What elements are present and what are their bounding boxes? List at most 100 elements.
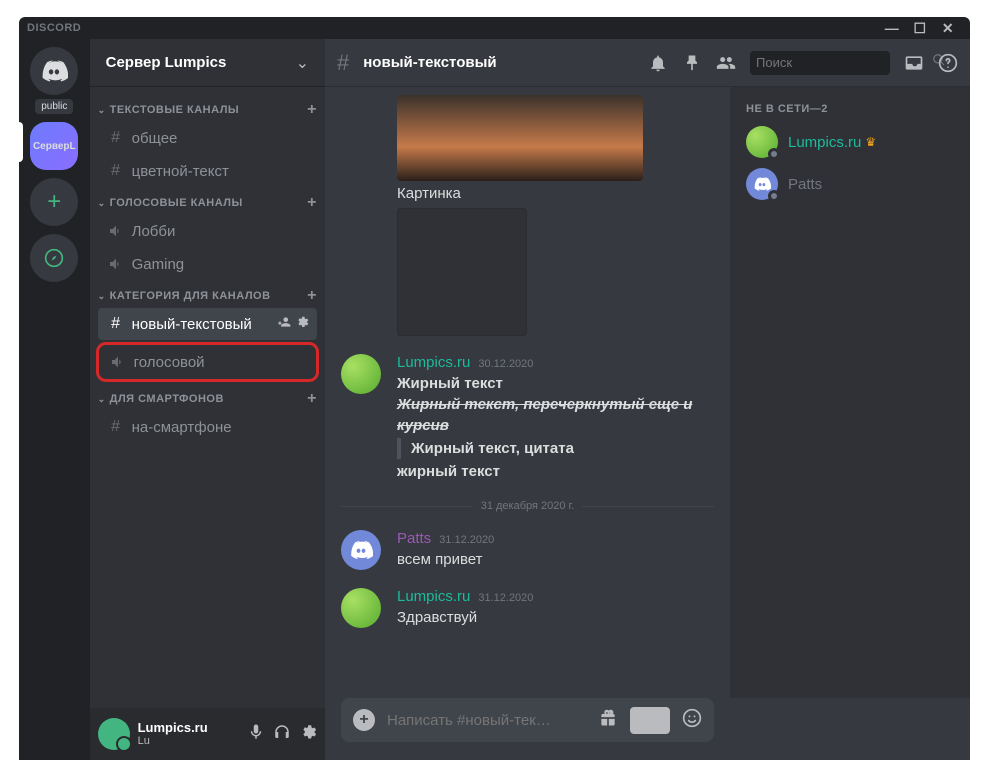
- message-text: всем привет: [397, 549, 714, 570]
- message-text: Жирный текст: [397, 373, 714, 394]
- mute-mic-button[interactable]: [247, 723, 265, 746]
- status-offline-icon: [768, 190, 780, 202]
- channel-text-active[interactable]: # новый-текстовый: [98, 308, 317, 340]
- members-toggle-icon[interactable]: [716, 53, 736, 73]
- member-category: НЕ В СЕТИ—2: [738, 103, 962, 121]
- add-channel-icon[interactable]: +: [307, 101, 317, 119]
- message-author[interactable]: Lumpics.ru: [397, 588, 470, 605]
- pinned-icon[interactable]: [682, 53, 702, 73]
- window-maximize-button[interactable]: ☐: [906, 17, 934, 39]
- discord-logo-icon: [349, 538, 373, 562]
- public-badge: public: [35, 99, 73, 114]
- user-settings-button[interactable]: [299, 723, 317, 746]
- chevron-down-icon: ⌄: [296, 53, 309, 73]
- channel-voice[interactable]: Gaming: [98, 248, 317, 280]
- message: Lumpics.ru 31.12.2020 Здравствуй: [341, 588, 714, 628]
- message-text: Жирный текст, цитата: [397, 438, 714, 459]
- channel-voice-highlighted[interactable]: голосовой: [100, 346, 315, 378]
- add-channel-icon[interactable]: +: [307, 287, 317, 305]
- message: Patts 31.12.2020 всем привет: [341, 530, 714, 570]
- member-row[interactable]: Lumpics.ru ♛: [738, 121, 962, 163]
- deafen-button[interactable]: [273, 723, 291, 746]
- emoji-icon[interactable]: [682, 708, 702, 733]
- hash-icon: #: [106, 162, 126, 180]
- home-button[interactable]: [30, 47, 78, 95]
- add-server-button[interactable]: +: [30, 178, 78, 226]
- invite-icon[interactable]: [277, 315, 291, 334]
- self-username: Lumpics.ru: [138, 720, 247, 736]
- avatar: [746, 126, 778, 158]
- hash-icon: #: [106, 315, 126, 333]
- avatar: [746, 168, 778, 200]
- window-minimize-button[interactable]: —: [878, 17, 906, 39]
- message-composer[interactable]: + GIF: [341, 698, 714, 742]
- channel-text[interactable]: # цветной-текст: [98, 155, 317, 187]
- gift-icon[interactable]: [598, 708, 618, 733]
- window-close-button[interactable]: ✕: [934, 17, 962, 39]
- date-divider: 31 декабря 2020 г.: [341, 500, 714, 512]
- add-channel-icon[interactable]: +: [307, 390, 317, 408]
- gif-button[interactable]: GIF: [630, 707, 670, 734]
- server-name: Сервер Lumpics: [106, 54, 296, 71]
- message-text: Здравствуй: [397, 607, 714, 628]
- user-panel: Lumpics.ru Lu: [90, 708, 325, 760]
- channel-title: новый-текстовый: [363, 54, 634, 71]
- message-timestamp: 30.12.2020: [478, 358, 533, 370]
- chevron-down-icon: ⌄: [98, 291, 110, 302]
- chevron-down-icon: ⌄: [98, 394, 110, 405]
- image-caption: Картинка: [397, 185, 714, 202]
- compass-icon: [44, 248, 64, 268]
- message: Lumpics.ru 30.12.2020 Жирный текст Жирны…: [341, 354, 714, 482]
- message-author[interactable]: Patts: [397, 530, 431, 547]
- category-text[interactable]: ⌄ ТЕКСТОВЫЕ КАНАЛЫ +: [90, 95, 325, 121]
- member-list: НЕ В СЕТИ—2 Lumpics.ru ♛ Patts: [730, 87, 970, 698]
- chevron-down-icon: ⌄: [98, 105, 110, 116]
- channel-voice[interactable]: Лобби: [98, 215, 317, 247]
- member-row[interactable]: Patts: [738, 163, 962, 205]
- chat-area: # новый-текстовый Картинка: [325, 39, 970, 760]
- notifications-icon[interactable]: [648, 53, 668, 73]
- channel-text[interactable]: # на-смартфоне: [98, 411, 317, 443]
- titlebar: DISCORD — ☐ ✕: [19, 17, 970, 39]
- member-name: Lumpics.ru: [788, 134, 861, 151]
- gear-icon[interactable]: [295, 315, 309, 334]
- speaker-icon: [106, 256, 126, 272]
- message-author[interactable]: Lumpics.ru: [397, 354, 470, 371]
- message-timestamp: 31.12.2020: [478, 592, 533, 604]
- avatar[interactable]: [341, 354, 381, 394]
- message-list[interactable]: Картинка Lumpics.ru 30.12.2020 Жирный те…: [325, 87, 730, 698]
- member-name: Patts: [788, 176, 822, 193]
- inbox-icon[interactable]: [904, 53, 924, 73]
- self-avatar[interactable]: [98, 718, 130, 750]
- avatar[interactable]: [341, 588, 381, 628]
- category-voice[interactable]: ⌄ ГОЛОСОВЫЕ КАНАЛЫ +: [90, 188, 325, 214]
- image-attachment-empty[interactable]: [397, 208, 527, 336]
- attach-button[interactable]: +: [353, 709, 375, 731]
- message-input[interactable]: [387, 712, 586, 729]
- chevron-down-icon: ⌄: [98, 198, 110, 209]
- category-custom[interactable]: ⌄ КАТЕГОРИЯ ДЛЯ КАНАЛОВ +: [90, 281, 325, 307]
- explore-servers-button[interactable]: [30, 234, 78, 282]
- hash-icon: #: [106, 418, 126, 436]
- app-brand: DISCORD: [27, 22, 81, 34]
- status-offline-icon: [768, 148, 780, 160]
- server-header[interactable]: Сервер Lumpics ⌄: [90, 39, 325, 87]
- channel-text[interactable]: # общее: [98, 122, 317, 154]
- speaker-icon: [106, 223, 126, 239]
- category-smartphones[interactable]: ⌄ ДЛЯ СМАРТФОНОВ +: [90, 384, 325, 410]
- hash-icon: #: [106, 129, 126, 147]
- search-box[interactable]: [750, 51, 890, 75]
- help-icon[interactable]: [938, 53, 958, 73]
- image-attachment[interactable]: [397, 95, 643, 181]
- message-timestamp: 31.12.2020: [439, 534, 494, 546]
- speaker-icon: [108, 354, 128, 370]
- chat-header: # новый-текстовый: [325, 39, 970, 87]
- server-selected-pill: [19, 122, 23, 162]
- crown-icon: ♛: [865, 135, 876, 149]
- add-channel-icon[interactable]: +: [307, 194, 317, 212]
- avatar[interactable]: [341, 530, 381, 570]
- server-icon-selected[interactable]: СерверL: [30, 122, 78, 170]
- discord-logo-icon: [753, 175, 771, 193]
- message-text: Жирный текст, перечеркнутый еще и курсив: [397, 394, 714, 436]
- self-subtext: Lu: [138, 735, 247, 748]
